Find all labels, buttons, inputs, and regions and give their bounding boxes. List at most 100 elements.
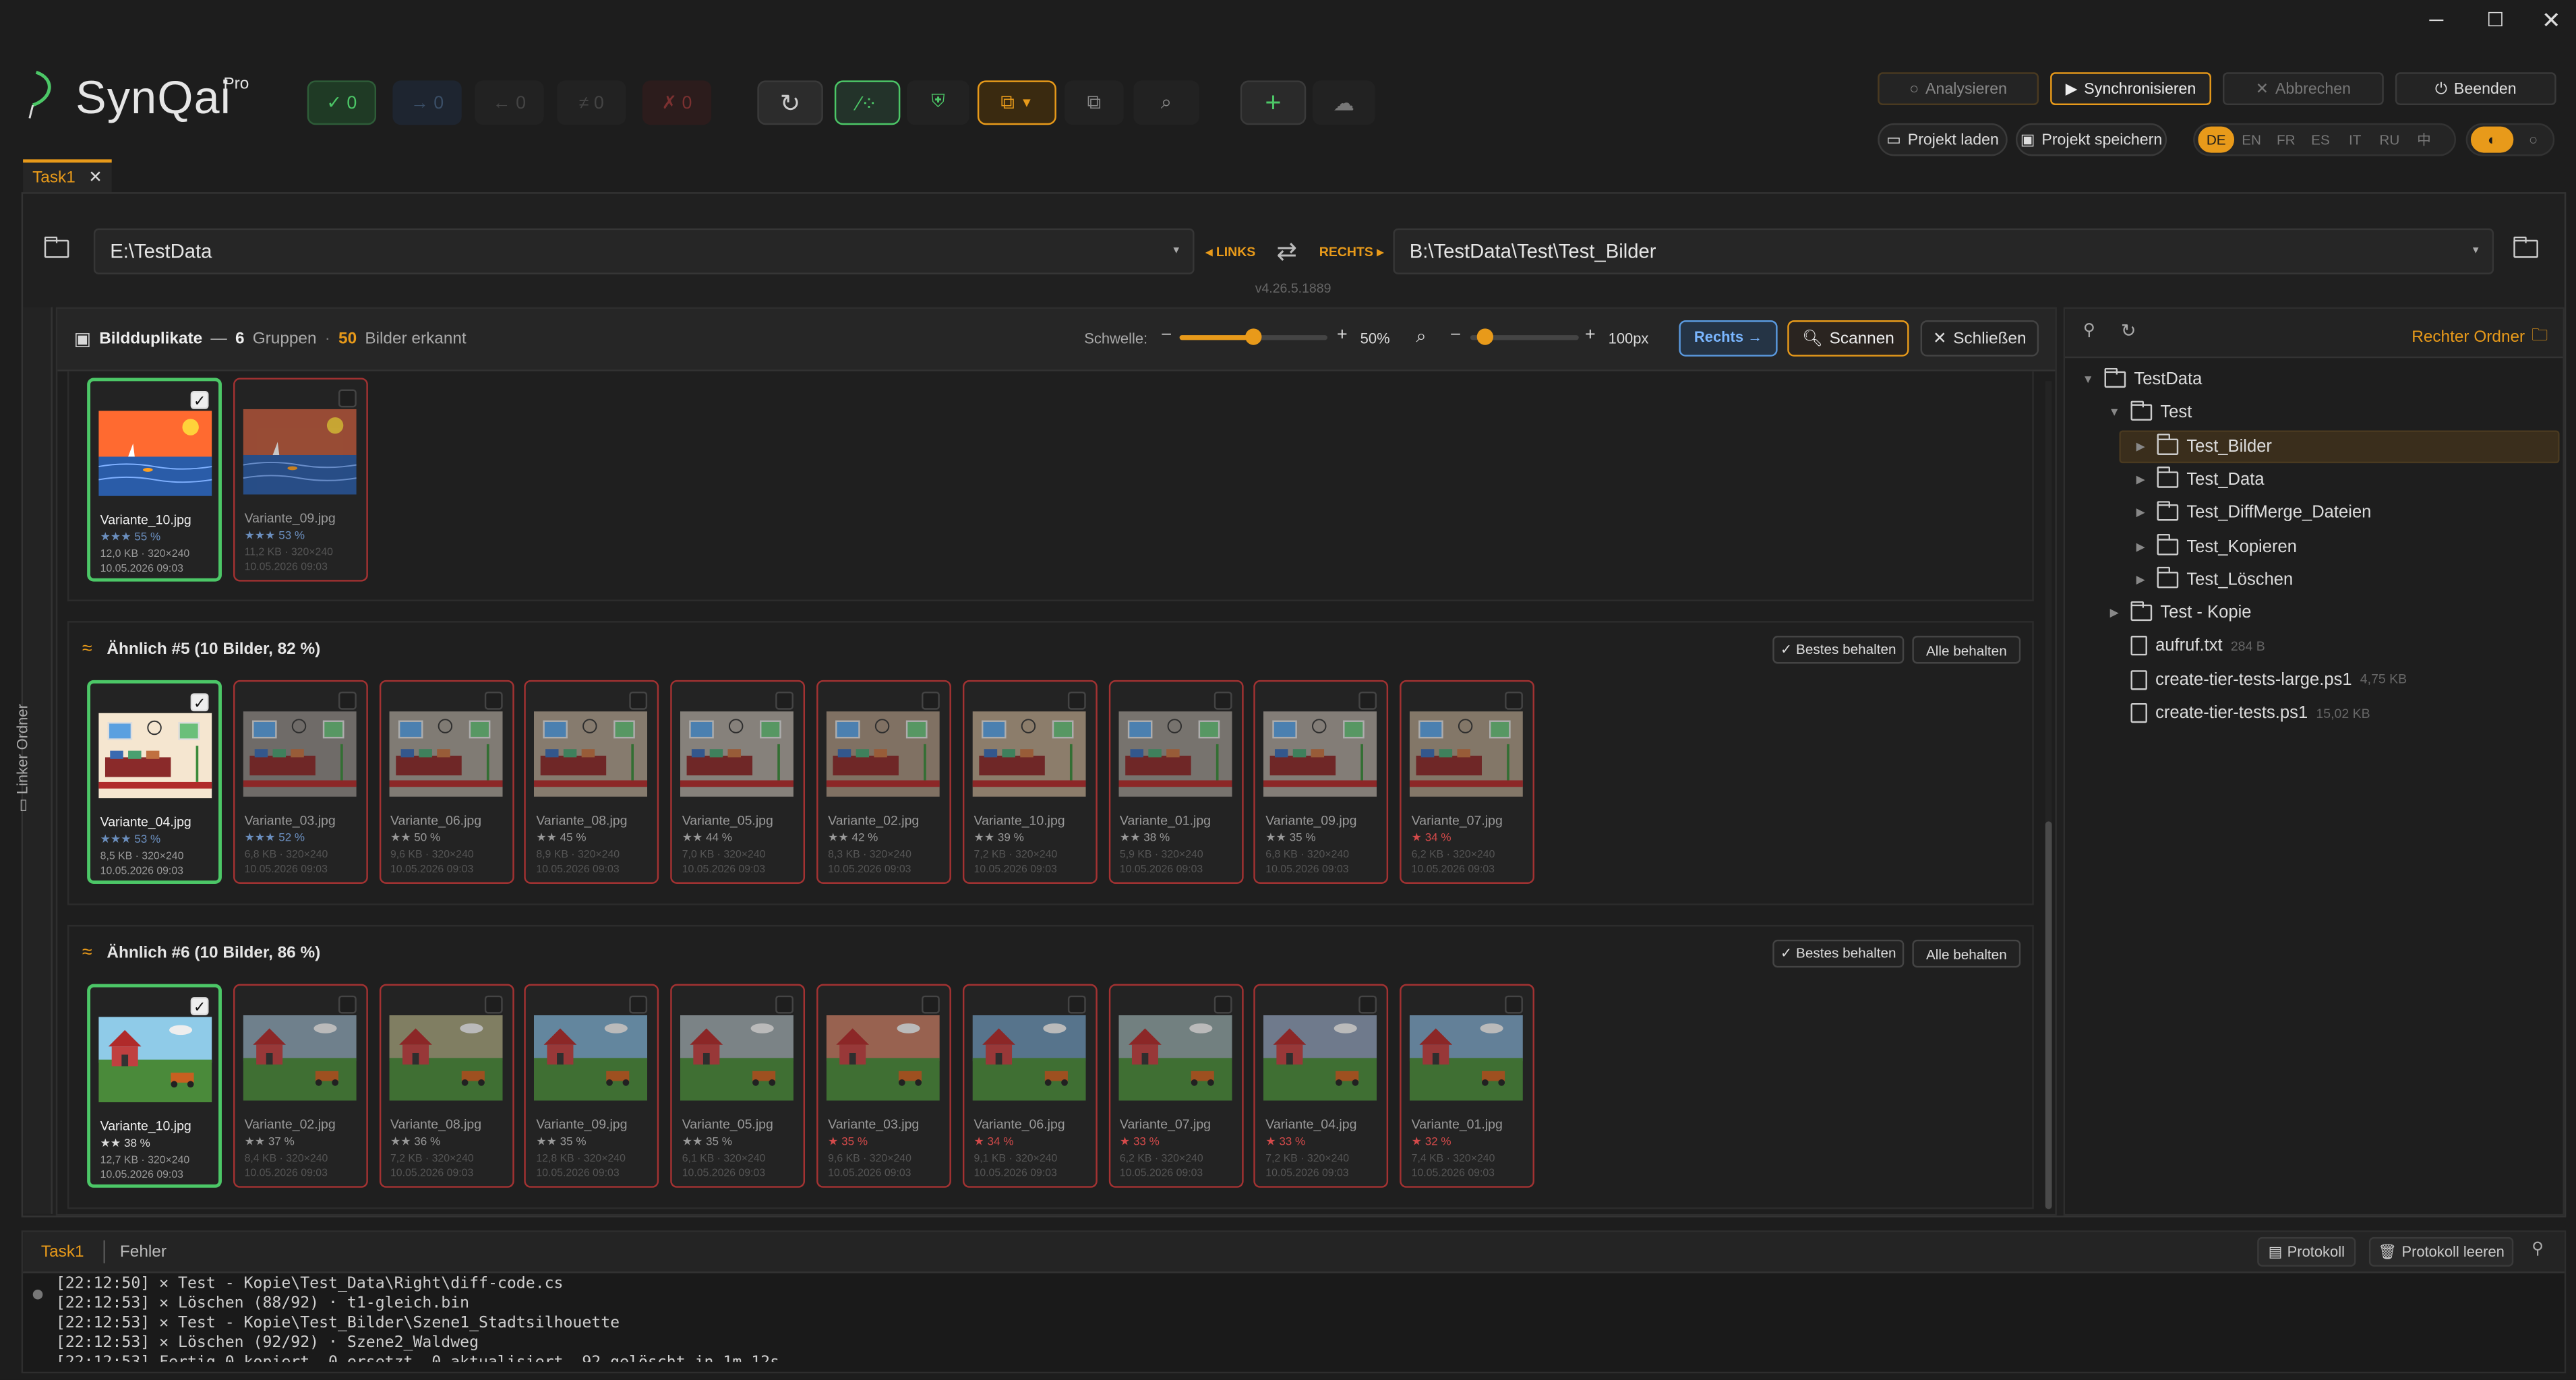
duplicates-scrollbar[interactable] <box>2045 381 2052 1209</box>
image-card[interactable]: Variante_07.jpg ★ 33 % 6,2 KB · 320×240 10.… <box>1108 984 1243 1188</box>
duplicates-scrollbar-thumb[interactable] <box>2045 821 2052 1209</box>
select-checkbox[interactable] <box>483 691 502 710</box>
close-panel-button[interactable]: ✕ Schließen <box>1920 320 2039 357</box>
group-5-keep-best-button[interactable]: ✓ Bestes behalten <box>1772 636 1905 664</box>
tree-file[interactable]: aufruf.txt 284 B <box>2106 632 2265 661</box>
select-checkbox[interactable]: ✓ <box>190 390 209 409</box>
image-card[interactable]: Variante_02.jpg ★★ 37 % 8,4 KB · 320×240 10… <box>233 984 368 1188</box>
minimize-button[interactable]: ─ <box>2405 0 2467 39</box>
close-window-button[interactable]: ✕ <box>2520 0 2576 39</box>
copy-files-button[interactable]: ⧉ <box>1065 80 1124 125</box>
lang-en[interactable]: EN <box>2234 131 2269 148</box>
counter-right[interactable]: → 0 <box>392 80 462 125</box>
image-card[interactable]: Variante_03.jpg ★ 35 % 9,6 KB · 320×240 10.… <box>816 984 951 1188</box>
threshold-plus-button[interactable]: + <box>1331 325 1354 351</box>
image-card[interactable]: Variante_02.jpg ★★ 42 % 8,3 KB · 320×240 10… <box>816 680 951 884</box>
image-thumbnail[interactable] <box>243 1015 357 1101</box>
refresh-button[interactable]: ↻ <box>757 80 823 125</box>
image-card[interactable]: ✓ Variante_10.jpg ★★★ 55 % 12,0 KB · 320×24… <box>87 378 222 582</box>
clear-protocol-button[interactable]: 🗑︎ Protokoll leeren <box>2368 1236 2514 1267</box>
select-checkbox[interactable] <box>1505 691 1524 710</box>
image-card[interactable]: Variante_07.jpg ★ 34 % 6,2 KB · 320×240 10.… <box>1400 680 1535 884</box>
lang-fr[interactable]: FR <box>2269 131 2303 148</box>
swap-icon[interactable]: ⇄ <box>1276 237 1297 266</box>
image-thumbnail[interactable] <box>972 1015 1086 1101</box>
tree-folder[interactable]: ▶ Test_Kopieren <box>2132 531 2297 561</box>
zoom-slider[interactable] <box>1470 328 1579 345</box>
tree-folder[interactable]: ▼ Test <box>2106 398 2192 427</box>
tree-file[interactable]: create-tier-tests.ps1 15,02 KB <box>2106 698 2370 728</box>
select-checkbox[interactable] <box>483 995 502 1014</box>
chevron-right-icon[interactable]: ▶ <box>2132 573 2149 586</box>
counter-diff[interactable]: ≠ 0 <box>557 80 626 125</box>
image-card[interactable]: Variante_04.jpg ★ 33 % 7,2 KB · 320×240 10.… <box>1254 984 1389 1188</box>
image-card[interactable]: Variante_08.jpg ★★ 45 % 8,9 KB · 320×240 10… <box>525 680 660 884</box>
right-folder-button[interactable] <box>2513 235 2538 258</box>
chevron-down-icon[interactable]: ▼ <box>2080 373 2096 385</box>
select-checkbox[interactable] <box>922 691 940 710</box>
threshold-minus-button[interactable]: – <box>1155 325 1178 351</box>
zoom-plus-button[interactable]: + <box>1579 325 1602 351</box>
image-thumbnail[interactable] <box>972 711 1086 797</box>
image-thumbnail[interactable] <box>1118 1015 1232 1101</box>
image-thumbnail[interactable] <box>98 713 212 799</box>
image-card[interactable]: ✓ Variante_10.jpg ★★ 38 % 12,7 KB · 320×240… <box>87 984 222 1188</box>
image-thumbnail[interactable] <box>388 711 502 797</box>
group-6-keep-all-button[interactable]: Alle behalten <box>1912 939 2021 968</box>
select-checkbox[interactable] <box>1359 691 1377 710</box>
select-checkbox[interactable] <box>1067 691 1086 710</box>
right-path-input[interactable]: B:\TestData\Test\Test_Bilder ▼ <box>1393 228 2494 274</box>
search-files-button[interactable]: ⌕ <box>1133 80 1199 125</box>
tree-folder[interactable]: ▶ Test_Data <box>2132 464 2265 494</box>
image-thumbnail[interactable] <box>243 711 357 797</box>
threshold-slider[interactable] <box>1179 328 1327 345</box>
image-thumbnail[interactable] <box>680 1015 794 1101</box>
shield-button[interactable]: ⛨ <box>907 80 969 125</box>
lang-it[interactable]: IT <box>2338 131 2372 148</box>
maximize-button[interactable]: ☐ <box>2464 0 2527 39</box>
image-thumbnail[interactable] <box>534 1015 649 1101</box>
load-project-button[interactable]: ▭ Projekt laden <box>1878 123 2008 156</box>
image-thumbnail[interactable] <box>243 409 357 495</box>
select-checkbox[interactable] <box>1505 995 1524 1014</box>
select-checkbox[interactable] <box>1359 995 1377 1014</box>
tab-task1[interactable]: Task1 ✕ <box>23 159 112 193</box>
select-checkbox[interactable] <box>1213 691 1232 710</box>
image-thumbnail[interactable] <box>388 1015 502 1101</box>
select-checkbox[interactable] <box>338 995 357 1014</box>
magic-button[interactable]: ⁄⁘ <box>834 80 901 125</box>
image-card[interactable]: Variante_05.jpg ★★ 44 % 7,0 KB · 320×240 10… <box>670 680 806 884</box>
image-thumbnail[interactable] <box>1263 711 1377 797</box>
image-card[interactable]: Variante_10.jpg ★★ 39 % 7,2 KB · 320×240 10… <box>962 680 1098 884</box>
image-card[interactable]: ✓ Variante_04.jpg ★★★ 53 % 8,5 KB · 320×240… <box>87 680 222 884</box>
image-thumbnail[interactable] <box>826 1015 940 1101</box>
right-target-button[interactable]: Rechts → <box>1679 320 1778 357</box>
zoom-slider-handle[interactable] <box>1476 328 1494 345</box>
lang-de[interactable]: DE <box>2198 126 2235 153</box>
chevron-right-icon[interactable]: ▶ <box>2132 539 2149 553</box>
scan-button[interactable]: 🔍︎ Scannen <box>1787 320 1909 357</box>
group-6-keep-best-button[interactable]: ✓ Bestes behalten <box>1772 939 1905 968</box>
left-path-input[interactable]: E:\TestData ▼ <box>93 228 1195 274</box>
cloud-button[interactable]: ☁ <box>1313 80 1375 125</box>
chevron-right-icon[interactable]: ▶ <box>2106 606 2122 620</box>
tree-folder[interactable]: ▶ Test - Kopie <box>2106 598 2252 628</box>
image-thumbnail[interactable] <box>98 411 212 496</box>
lang-zh[interactable]: 中 <box>2407 130 2441 150</box>
chevron-right-icon[interactable]: ▶ <box>2132 506 2149 519</box>
image-card[interactable]: Variante_09.jpg ★★ 35 % 6,8 KB · 320×240 10… <box>1254 680 1389 884</box>
chevron-right-icon[interactable]: ▶ <box>2132 473 2149 486</box>
chevron-down-icon[interactable]: ▼ <box>2106 407 2122 419</box>
left-folder-button[interactable] <box>44 235 69 258</box>
counter-left[interactable]: ← 0 <box>475 80 544 125</box>
tree-folder[interactable]: ▼ TestData <box>2080 365 2202 394</box>
select-checkbox[interactable]: ✓ <box>190 997 209 1015</box>
image-duplicates-button[interactable]: ⧉ ▼ <box>977 80 1056 125</box>
select-checkbox[interactable]: ✓ <box>190 693 209 712</box>
image-card[interactable]: Variante_06.jpg ★ 34 % 9,1 KB · 320×240 10.… <box>962 984 1098 1188</box>
counter-equal[interactable]: ✓ 0 <box>307 80 377 125</box>
select-checkbox[interactable] <box>1213 995 1232 1014</box>
lang-ru[interactable]: RU <box>2372 131 2407 148</box>
lang-es[interactable]: ES <box>2303 131 2337 148</box>
pin-icon[interactable]: ⚲ <box>2083 322 2095 340</box>
